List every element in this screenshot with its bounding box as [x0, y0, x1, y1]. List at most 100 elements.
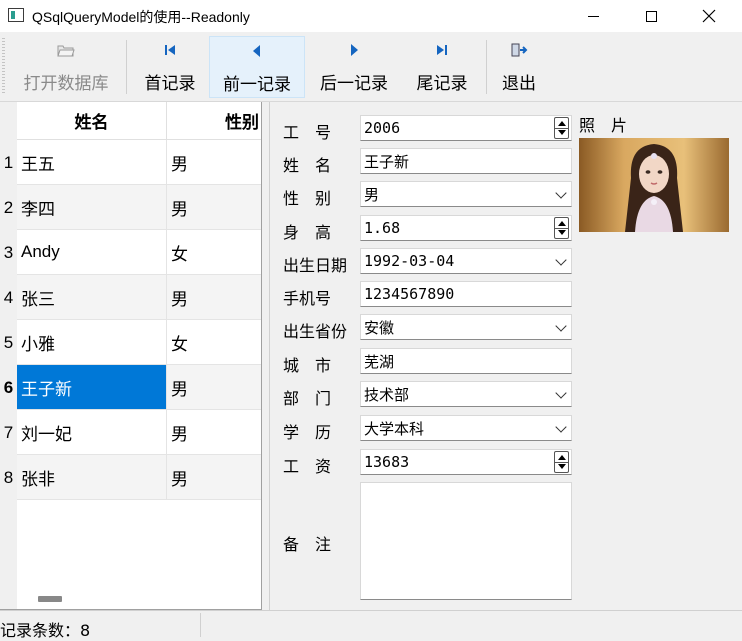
height-label: 身 高 [283, 223, 332, 242]
empno-value: 2006 [364, 119, 401, 137]
mobile-value: 1234567890 [364, 285, 455, 303]
horizontal-scrollbar[interactable] [38, 596, 62, 602]
province-combobox[interactable]: 安徽 [360, 314, 572, 340]
column-header-gender[interactable]: 性别 [167, 102, 261, 140]
table-row[interactable]: 王子新男 [17, 365, 261, 410]
first-record-icon [163, 40, 177, 60]
folder-open-icon [57, 40, 75, 60]
table-row[interactable]: 小雅女 [17, 320, 261, 365]
name-cell[interactable]: 刘一妃 [17, 410, 167, 455]
first-record-button[interactable]: 首记录 [132, 36, 208, 98]
next-record-label: 后一记录 [320, 74, 388, 94]
name-cell[interactable]: Andy [17, 230, 167, 275]
name-field[interactable]: 王子新 [360, 148, 572, 174]
name-cell[interactable]: 李四 [17, 185, 167, 230]
close-button[interactable] [686, 0, 732, 32]
birthday-value: 1992-03-04 [364, 252, 455, 270]
photo-image [579, 138, 729, 232]
open-database-label: 打开数据库 [23, 74, 109, 94]
mobile-field[interactable]: 1234567890 [360, 281, 572, 307]
chevron-down-icon [555, 320, 567, 332]
employee-table[interactable]: 姓名 性别 1 王五男 2 李四男 3 Andy 女 4 张三男 5 小雅女 6 王子新男 7 刘一妃男 8 张… [0, 102, 262, 610]
name-cell[interactable]: 王子新 [17, 365, 167, 410]
prev-record-button[interactable]: 前一记录 [209, 36, 305, 98]
education-value: 大学本科 [364, 419, 425, 438]
name-cell[interactable]: 张非 [17, 455, 167, 500]
gender-value: 男 [364, 185, 380, 204]
gender-cell[interactable]: 男 [167, 140, 261, 185]
table-row[interactable]: 王五男 [17, 140, 261, 185]
chevron-down-icon [555, 187, 567, 199]
name-cell[interactable]: 王五 [17, 140, 167, 185]
column-header-name[interactable]: 姓名 [17, 102, 167, 140]
record-count-label: 记录条数：8 [0, 621, 91, 640]
gender-cell[interactable]: 男 [167, 365, 261, 410]
department-combobox[interactable]: 技术部 [360, 381, 572, 407]
memo-textedit[interactable] [360, 482, 572, 600]
next-record-button[interactable]: 后一记录 [308, 36, 400, 98]
table-row[interactable]: 刘一妃男 [17, 410, 261, 455]
name-value: 王子新 [364, 152, 410, 171]
table-row[interactable]: 张非男 [17, 455, 261, 500]
row-number[interactable]: 3 [0, 230, 17, 275]
height-spin-buttons[interactable] [554, 217, 569, 239]
department-value: 技术部 [364, 385, 410, 404]
education-label: 学 历 [283, 423, 332, 442]
open-database-button[interactable]: 打开数据库 [14, 36, 118, 98]
row-number[interactable]: 6 [0, 365, 17, 410]
name-cell[interactable]: 张三 [17, 275, 167, 320]
row-number[interactable]: 4 [0, 275, 17, 320]
birthday-label: 出生日期 [283, 256, 348, 275]
last-record-button[interactable]: 尾记录 [404, 36, 480, 98]
gender-combobox[interactable]: 男 [360, 181, 572, 207]
row-number[interactable]: 1 [0, 140, 17, 185]
city-field[interactable]: 芜湖 [360, 348, 572, 374]
toolbar: 打开数据库 首记录 前一记录 后一记录 尾记录 退出 [0, 32, 742, 102]
name-label: 姓 名 [283, 156, 332, 175]
department-label: 部 门 [283, 389, 332, 408]
toolbar-separator [486, 40, 487, 94]
exit-label: 退出 [502, 74, 536, 94]
empno-spinbox[interactable]: 2006 [360, 115, 572, 141]
main-window: QSqlQueryModel的使用--Readonly 打开数据库 首记录 前一… [0, 0, 742, 640]
exit-button[interactable]: 退出 [492, 36, 546, 98]
row-number[interactable]: 8 [0, 455, 17, 500]
title-bar: QSqlQueryModel的使用--Readonly [0, 0, 742, 32]
status-separator [200, 613, 201, 637]
height-value: 1.68 [364, 219, 401, 237]
row-number[interactable]: 2 [0, 185, 17, 230]
memo-label: 备 注 [283, 535, 332, 554]
maximize-button[interactable] [628, 0, 674, 32]
gender-cell[interactable]: 男 [167, 410, 261, 455]
gender-cell[interactable]: 女 [167, 230, 261, 275]
gender-cell[interactable]: 男 [167, 275, 261, 320]
salary-spinbox[interactable]: 13683 [360, 449, 572, 475]
birthday-dateedit[interactable]: 1992-03-04 [360, 248, 572, 274]
window-title: QSqlQueryModel的使用--Readonly [32, 9, 250, 25]
exit-door-icon [510, 40, 528, 60]
salary-spin-buttons[interactable] [554, 451, 569, 473]
row-number[interactable]: 7 [0, 410, 17, 455]
row-number[interactable]: 5 [0, 320, 17, 365]
education-combobox[interactable]: 大学本科 [360, 415, 572, 441]
gender-cell[interactable]: 女 [167, 320, 261, 365]
table-row[interactable]: 张三男 [17, 275, 261, 320]
empno-label: 工 号 [283, 123, 332, 142]
name-cell[interactable]: 小雅 [17, 320, 167, 365]
toolbar-grip[interactable] [2, 38, 5, 94]
last-record-icon [435, 40, 449, 60]
next-record-icon [347, 40, 361, 60]
gender-cell[interactable]: 男 [167, 185, 261, 230]
chevron-down-icon [555, 254, 567, 266]
table-row[interactable]: 李四男 [17, 185, 261, 230]
toolbar-separator [126, 40, 127, 94]
mobile-label: 手机号 [283, 289, 332, 308]
height-spinbox[interactable]: 1.68 [360, 215, 572, 241]
gender-cell[interactable]: 男 [167, 455, 261, 500]
table-row[interactable]: Andy 女 [17, 230, 261, 275]
gender-label: 性 别 [283, 189, 332, 208]
minimize-icon [587, 15, 599, 17]
empno-spin-buttons[interactable] [554, 117, 569, 139]
minimize-button[interactable] [570, 0, 616, 32]
prev-record-label: 前一记录 [223, 75, 291, 95]
